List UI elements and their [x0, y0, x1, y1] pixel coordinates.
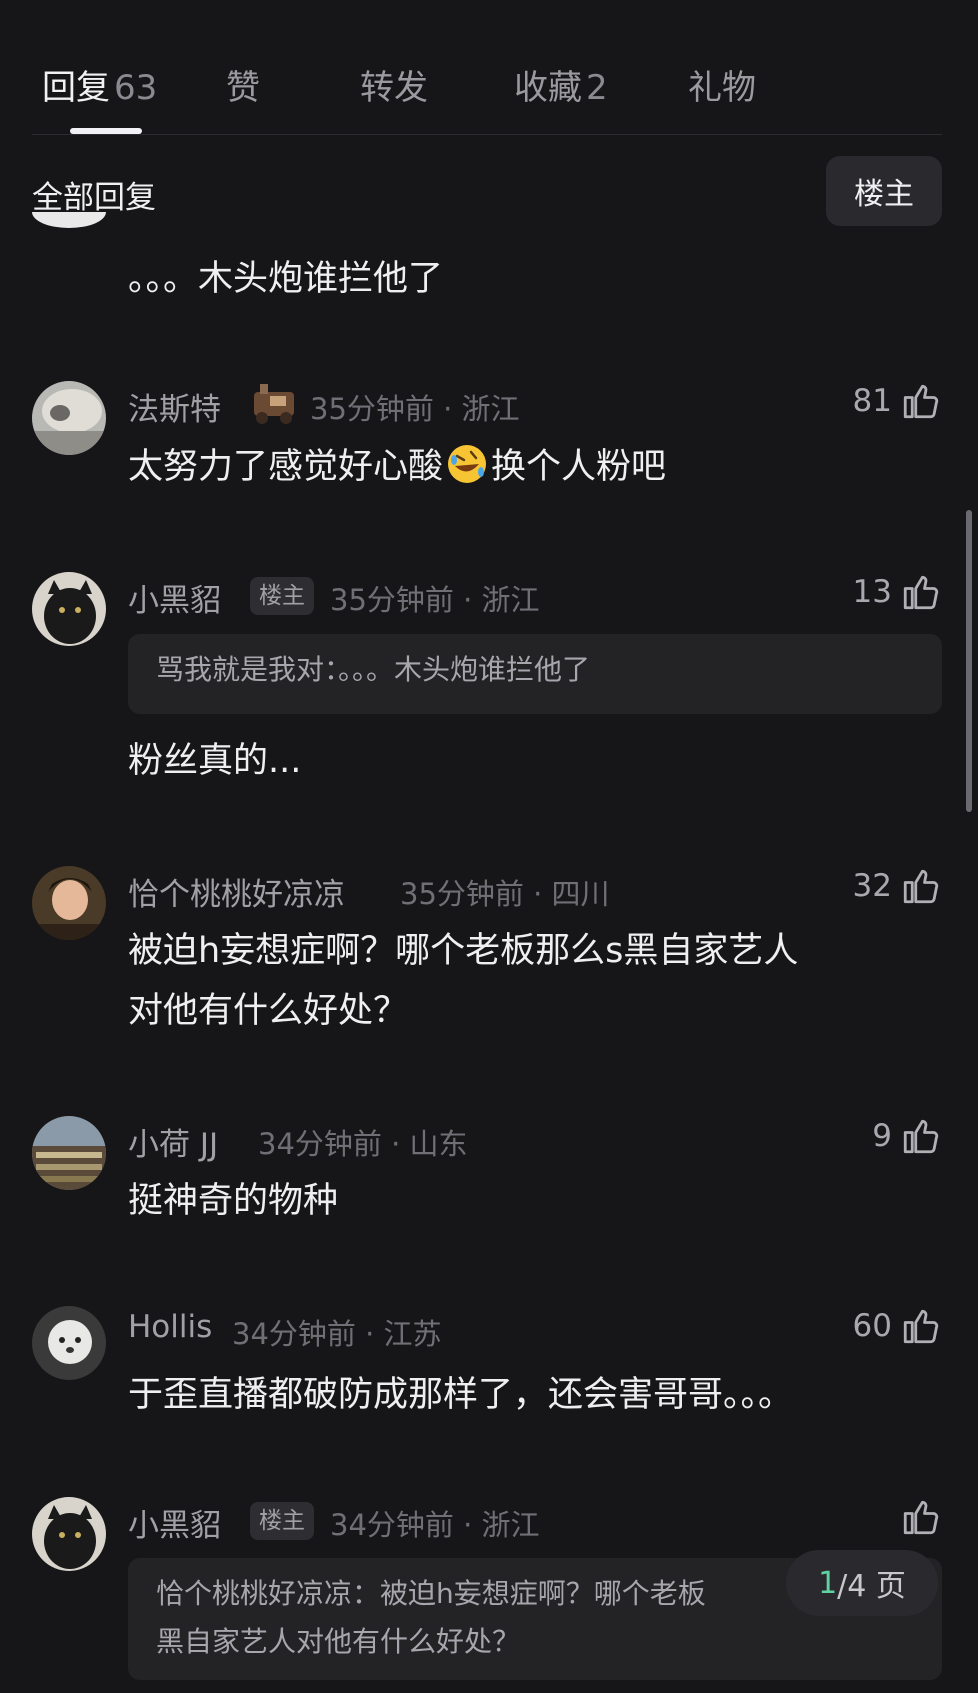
thumbs-up-icon: [903, 869, 939, 904]
tab-reposts-label: 转发: [360, 68, 428, 108]
comment-meta: 34分钟前 · 山东: [258, 1127, 468, 1161]
username[interactable]: 法斯特: [128, 384, 221, 429]
tab-gifts-label: 礼物: [688, 68, 756, 108]
comment-content: 被迫h妄想症啊？哪个老板那么s黑自家艺人: [128, 931, 799, 971]
page-indicator[interactable]: 1/4 页: [786, 1550, 938, 1616]
like-count: 60: [852, 1308, 892, 1344]
avatar-image: [32, 1116, 106, 1190]
username[interactable]: Hollis: [128, 1309, 212, 1345]
section-title: 全部回复: [32, 180, 156, 216]
like-button[interactable]: 32: [853, 865, 942, 907]
avatar[interactable]: [32, 381, 106, 455]
like-count: 13: [852, 574, 892, 610]
quoted-text: 黑自家艺人对他有什么好处？: [156, 1625, 521, 1658]
username[interactable]: 小黑貂: [128, 575, 221, 620]
avatar-image: [32, 381, 106, 455]
tab-likes[interactable]: 赞: [226, 60, 260, 109]
comment-meta: 34分钟前 · 浙江: [330, 1508, 540, 1542]
avatar[interactable]: [32, 866, 106, 940]
username[interactable]: 恰个桃桃好凉凉: [128, 869, 345, 914]
like-count: 32: [852, 868, 892, 904]
comment-meta: 35分钟前 · 浙江: [310, 392, 520, 426]
comment-content: 挺神奇的物种: [128, 1181, 339, 1221]
rolling-on-floor-laughing-emoji: [448, 445, 487, 483]
tabs-divider: [32, 134, 942, 135]
comment-content: 对他有什么好处？: [128, 991, 409, 1031]
tab-gifts[interactable]: 礼物: [688, 60, 756, 109]
tab-likes-label: 赞: [226, 68, 260, 108]
tab-replies-count: 63: [114, 68, 158, 108]
user-medal-icon: [248, 378, 300, 426]
avatar-image: [32, 866, 106, 940]
tab-replies[interactable]: 回复 63: [42, 60, 157, 109]
comment-meta: 35分钟前 · 四川: [400, 877, 610, 911]
current-page: 1: [818, 1565, 838, 1601]
comment-content: 太努力了感觉好心酸 换个人粉吧: [128, 436, 666, 498]
avatar[interactable]: [32, 1116, 106, 1190]
quoted-text: 骂我就是我对：。。。木头炮谁拦他了: [156, 653, 591, 686]
tab-reposts[interactable]: 转发: [360, 60, 428, 109]
thumbs-up-icon: [903, 1119, 939, 1154]
like-count: 81: [852, 383, 892, 419]
avatar[interactable]: [32, 212, 106, 228]
owner-filter-button[interactable]: 楼主: [826, 156, 942, 226]
tab-replies-label: 回复: [42, 68, 110, 108]
like-button[interactable]: 13: [853, 571, 942, 613]
thumbs-up-icon: [903, 1500, 939, 1535]
total-pages: /4 页: [837, 1569, 906, 1604]
comment-meta: 35分钟前 · 浙江: [330, 583, 540, 617]
avatar[interactable]: [32, 1497, 106, 1571]
tab-bar: 回复 63 赞 转发 收藏 2 礼物: [32, 52, 942, 134]
owner-badge: 楼主: [250, 1502, 314, 1540]
username[interactable]: 小荷 JJ: [128, 1119, 218, 1164]
like-button[interactable]: [892, 1496, 942, 1538]
avatar-image: [32, 1497, 106, 1571]
tab-favorites-label: 收藏: [514, 68, 582, 108]
like-count: 9: [872, 1118, 892, 1154]
thumbs-up-icon: [903, 1309, 939, 1344]
owner-badge: 楼主: [250, 577, 314, 615]
comment-text-part: 太努力了感觉好心酸: [128, 447, 444, 487]
avatar[interactable]: [32, 1306, 106, 1380]
avatar[interactable]: [32, 572, 106, 646]
avatar-image: [32, 1306, 106, 1380]
thumbs-up-icon: [903, 384, 939, 419]
username[interactable]: 小黑貂: [128, 1500, 221, 1545]
tab-favorites-count: 2: [586, 68, 608, 108]
comment-content: 粉丝真的...: [128, 741, 302, 781]
like-button[interactable]: 60: [853, 1305, 942, 1347]
like-button[interactable]: 81: [853, 380, 942, 422]
avatar-image: [32, 572, 106, 646]
thumbs-up-icon: [903, 575, 939, 610]
tab-favorites[interactable]: 收藏 2: [514, 60, 608, 109]
like-button[interactable]: 9: [872, 1115, 942, 1157]
quoted-reply[interactable]: 骂我就是我对：。。。木头炮谁拦他了: [128, 634, 942, 714]
comment-text-part: 换个人粉吧: [491, 447, 667, 487]
comment-content: 于歪直播都破防成那样了，还会害哥哥。。。: [128, 1375, 794, 1415]
scrollbar[interactable]: [966, 510, 972, 812]
comment-meta: 34分钟前 · 江苏: [232, 1317, 442, 1351]
comment-content: 。。。木头炮谁拦他了: [128, 259, 444, 299]
